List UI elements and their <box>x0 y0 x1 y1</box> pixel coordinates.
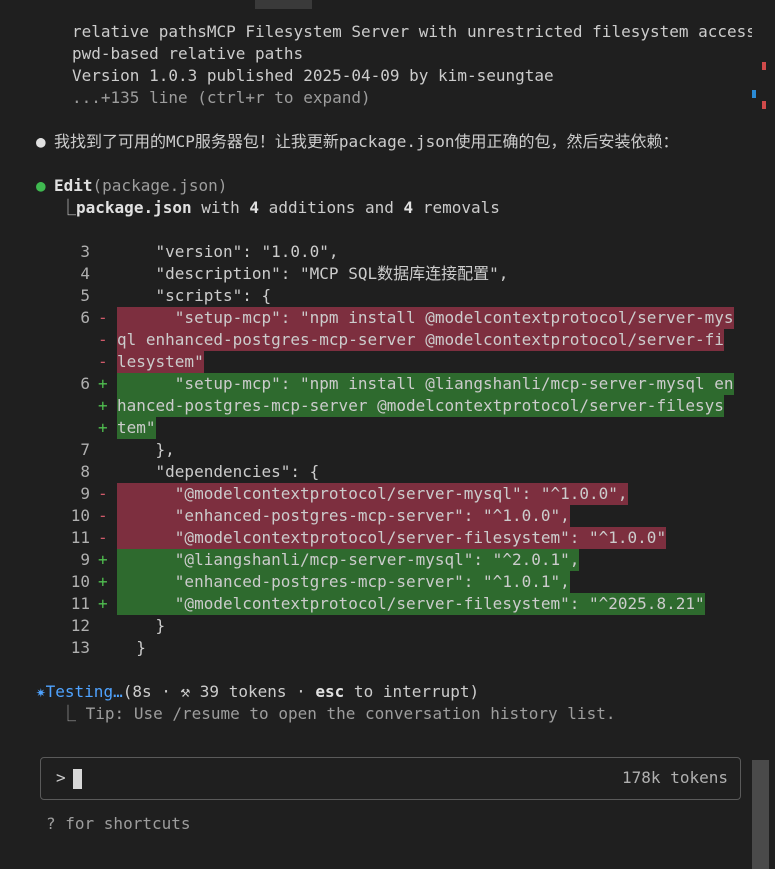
diff-code: "enhanced-postgres-mcp-server": "^1.0.1"… <box>117 571 570 593</box>
diff-line-number: 12 <box>70 616 90 635</box>
diff-sign: + <box>98 594 108 613</box>
status-line: ✷Testing…(8s · ⚒ 39 tokens · esc to inte… <box>36 681 479 703</box>
diff-sign: - <box>98 330 108 349</box>
diff-code: "description": "MCP SQL数据库连接配置", <box>117 264 509 283</box>
scroll-marker <box>762 101 766 109</box>
edit-summary-with: with <box>191 198 250 217</box>
diff-code: lesystem" <box>117 351 204 373</box>
status-sep: · <box>286 682 316 701</box>
scroll-marker <box>752 90 756 98</box>
diff-code: } <box>117 638 146 657</box>
edit-summary-mid: additions and <box>259 198 404 217</box>
diff-sign: + <box>98 418 108 437</box>
status-open: ( <box>122 682 133 701</box>
status-esc-key: esc <box>315 682 345 701</box>
scroll-marker <box>762 62 766 70</box>
prompt-chevron-icon: > <box>56 768 66 787</box>
edit-tool-header: Edit(package.json) <box>54 175 227 197</box>
diff-sign: + <box>98 374 108 393</box>
diff-code: "@modelcontextprotocol/server-mysql": "^… <box>117 483 628 505</box>
status-tokens: 39 tokens <box>190 682 287 701</box>
diff-line-number: 10 <box>70 572 90 591</box>
diff-sign: - <box>98 308 108 327</box>
search-result-line-1: relative pathsMCP Filesystem Server with… <box>72 22 775 41</box>
scrollbar-track[interactable] <box>752 0 775 869</box>
top-tab <box>255 0 312 9</box>
assistant-message: 我找到了可用的MCP服务器包！让我更新package.json使用正确的包，然后… <box>54 132 679 151</box>
edit-additions-count: 4 <box>249 198 260 217</box>
shortcuts-hint: ? for shortcuts <box>46 814 191 833</box>
diff-line-number: 6 <box>80 308 90 327</box>
diff-sign: - <box>98 506 108 525</box>
diff-code: "enhanced-postgres-mcp-server": "^1.0.0"… <box>117 505 570 527</box>
diff-code: "version": "1.0.0", <box>117 242 339 261</box>
diff-code: "@liangshanli/mcp-server-mysql": "^2.0.1… <box>117 549 580 571</box>
diff-line-number: 6 <box>80 374 90 393</box>
diff-sign: + <box>98 396 108 415</box>
diff-code: "@modelcontextprotocol/server-filesystem… <box>117 527 667 549</box>
diff-code: "dependencies": { <box>117 462 320 481</box>
tip-text: Tip: Use /resume to open the conversatio… <box>85 704 616 723</box>
prompt-input[interactable]: > 178k tokens <box>40 757 741 800</box>
diff-line-number: 8 <box>80 462 90 481</box>
expand-hint[interactable]: ...+135 line (ctrl+r to expand) <box>72 87 371 109</box>
scrollbar-thumb[interactable] <box>752 760 769 869</box>
diff-code: }, <box>117 440 175 459</box>
text-cursor <box>73 769 82 789</box>
diff-code: "@modelcontextprotocol/server-filesystem… <box>117 593 705 615</box>
message-bullet-icon: ● <box>36 132 46 151</box>
hammer-icon: ⚒ <box>180 682 191 701</box>
diff-sign: - <box>98 352 108 371</box>
diff-code: ql enhanced-postgres-mcp-server @modelco… <box>117 329 724 351</box>
search-result-line-2: pwd-based relative paths <box>72 44 304 63</box>
diff-line-number: 11 <box>70 594 90 613</box>
diff-sign: - <box>98 484 108 503</box>
edit-removals-count: 4 <box>403 198 414 217</box>
diff-line-number: 3 <box>80 242 90 261</box>
status-interrupt: to interrupt) <box>344 682 480 701</box>
diff-line-number: 5 <box>80 286 90 305</box>
status-sep: · <box>151 682 181 701</box>
edit-summary-file: package.json <box>76 198 192 217</box>
tip-line: ⎿ Tip: Use /resume to open the conversat… <box>60 703 615 725</box>
spinner-icon: ✷ <box>36 682 46 701</box>
diff-code: tem" <box>117 417 156 439</box>
edit-summary-end: removals <box>413 198 500 217</box>
diff-sign: + <box>98 572 108 591</box>
diff-sign: + <box>98 550 108 569</box>
diff-code: "setup-mcp": "npm install @liangshanli/m… <box>117 373 734 395</box>
diff-code: "scripts": { <box>117 286 272 305</box>
status-label: Testing… <box>45 682 123 701</box>
status-elapsed: 8s <box>132 682 152 701</box>
diff-line-number: 13 <box>70 638 90 657</box>
edit-summary: ⎿package.json with 4 additions and 4 rem… <box>60 197 500 219</box>
diff-code: hanced-postgres-mcp-server @modelcontext… <box>117 395 724 417</box>
edit-status-bullet-icon: ● <box>36 176 46 195</box>
diff-line-number: 11 <box>70 528 90 547</box>
edit-tool-arg: (package.json) <box>92 176 228 195</box>
diff-line-number: 9 <box>80 550 90 569</box>
diff-code: } <box>117 616 166 635</box>
diff-code: "setup-mcp": "npm install @modelcontextp… <box>117 307 734 329</box>
diff-line-number: 7 <box>80 440 90 459</box>
tree-branch-icon: ⎿ <box>60 198 77 217</box>
diff-line-number: 9 <box>80 484 90 503</box>
edit-tool-name: Edit <box>54 176 93 195</box>
diff-sign: - <box>98 528 108 547</box>
search-result-line-3: Version 1.0.3 published 2025-04-09 by ki… <box>72 66 554 85</box>
context-token-count: 178k tokens <box>622 768 728 787</box>
diff-line-number: 10 <box>70 506 90 525</box>
tree-branch-icon: ⎿ <box>60 704 77 723</box>
diff-line-number: 4 <box>80 264 90 283</box>
